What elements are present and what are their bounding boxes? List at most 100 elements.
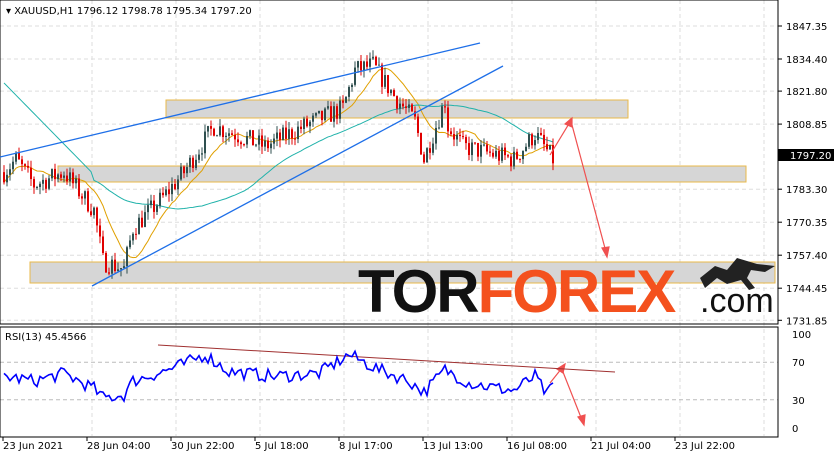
- candle-body: [504, 147, 506, 156]
- candle-body: [120, 268, 122, 270]
- candle-body: [324, 108, 326, 121]
- candle-body: [333, 106, 335, 122]
- candle-body: [93, 207, 95, 216]
- candle-body: [363, 61, 365, 71]
- candle-body: [288, 129, 290, 139]
- candle-body: [306, 118, 308, 127]
- candle-body: [225, 135, 227, 138]
- candle-body: [399, 103, 401, 109]
- candle-body: [9, 169, 11, 175]
- candle-body: [366, 61, 368, 67]
- candle-body: [231, 133, 233, 135]
- candle-body: [51, 168, 53, 179]
- candle-body: [507, 155, 509, 157]
- candle-body: [483, 144, 485, 146]
- candle-body: [258, 135, 260, 145]
- candle-body: [513, 151, 515, 167]
- candle-body: [447, 107, 449, 132]
- candle-body: [381, 64, 383, 87]
- candle-body: [459, 134, 461, 137]
- candle-body: [369, 58, 371, 67]
- candle-body: [465, 137, 467, 144]
- x-tick-label: 13 Jul 13:00: [423, 441, 483, 452]
- candle-body: [15, 152, 17, 162]
- candle-body: [294, 138, 296, 140]
- candle-body: [492, 152, 494, 157]
- candle-body: [270, 143, 272, 149]
- candle-body: [30, 167, 32, 180]
- candle-body: [132, 233, 134, 241]
- candle-body: [21, 159, 23, 165]
- x-tick-label: 23 Jul 22:00: [675, 441, 735, 452]
- candle-body: [423, 154, 425, 163]
- candle-body: [189, 157, 191, 168]
- candle-body: [489, 151, 491, 153]
- candle-body: [126, 247, 128, 267]
- candle-body: [135, 233, 137, 235]
- candle-body: [291, 129, 293, 139]
- candle-body: [210, 126, 212, 129]
- candle-body: [321, 110, 323, 121]
- candle-body: [45, 179, 47, 189]
- candle-body: [252, 130, 254, 146]
- candle-body: [84, 191, 86, 199]
- x-tick-label: 16 Jul 08:00: [507, 441, 567, 452]
- candle-body: [75, 178, 77, 184]
- candle-body: [261, 135, 263, 147]
- candle-body: [279, 132, 281, 141]
- candle-body: [360, 61, 362, 71]
- candle-body: [240, 142, 242, 145]
- candle-body: [498, 150, 500, 161]
- rsi-pane-border: [0, 326, 779, 438]
- y-tick-label: 1783.30: [786, 185, 827, 196]
- candle-body: [540, 132, 542, 135]
- candle-body: [48, 178, 50, 189]
- chart-window: 1847.35 1834.40 1821.80 1808.85 1783.30 1770.…: [0, 0, 834, 456]
- candle-body: [69, 172, 71, 182]
- candle-body: [354, 67, 356, 85]
- candle-body: [546, 144, 548, 150]
- candle-body: [318, 110, 320, 114]
- candle-body: [543, 134, 545, 145]
- candle-body: [375, 56, 377, 66]
- candle-body: [312, 115, 314, 122]
- candle-body: [537, 132, 539, 141]
- rsi-tick-label: 30: [792, 396, 805, 407]
- candle-body: [411, 104, 413, 112]
- rsi-tick-label: 100: [792, 330, 811, 341]
- candle-body: [516, 151, 518, 159]
- candle-body: [102, 236, 104, 253]
- y-tick-label: 1731.85: [786, 316, 827, 327]
- svg-text:TORFOREX: TORFOREX: [358, 258, 676, 325]
- candle-body: [219, 126, 221, 136]
- candle-body: [402, 103, 404, 107]
- candle-body: [150, 200, 152, 206]
- candle-body: [195, 159, 197, 169]
- rsi-label: RSI(13) 45.4566: [5, 332, 86, 343]
- candle-body: [153, 200, 155, 212]
- torforex-logo: TORFOREX .com: [358, 258, 775, 325]
- candle-body: [474, 142, 476, 144]
- candle-body: [348, 87, 350, 97]
- y-tick-label: 1744.45: [786, 284, 827, 295]
- candle-body: [396, 96, 398, 109]
- x-tick-label: 23 Jun 2021: [3, 441, 63, 452]
- candle-body: [468, 143, 470, 156]
- y-tick-label: 1847.35: [786, 22, 827, 33]
- y-tick-label: 1834.40: [786, 55, 827, 66]
- price-chart[interactable]: 1847.35 1834.40 1821.80 1808.85 1783.30 1770.…: [0, 0, 834, 456]
- candle-body: [147, 205, 149, 213]
- y-tick-label: 1770.35: [786, 218, 827, 229]
- candle-body: [129, 240, 131, 248]
- candle-body: [108, 272, 110, 274]
- candle-body: [471, 142, 473, 156]
- candle-body: [351, 84, 353, 88]
- rsi-tick-label: 70: [792, 358, 805, 369]
- candle-body: [216, 135, 218, 137]
- rsi-tick-label: 0: [792, 424, 798, 435]
- candle-body: [462, 136, 464, 138]
- candle-body: [519, 158, 521, 160]
- candle-body: [249, 130, 251, 137]
- candle-body: [495, 150, 497, 157]
- candle-body: [81, 196, 83, 199]
